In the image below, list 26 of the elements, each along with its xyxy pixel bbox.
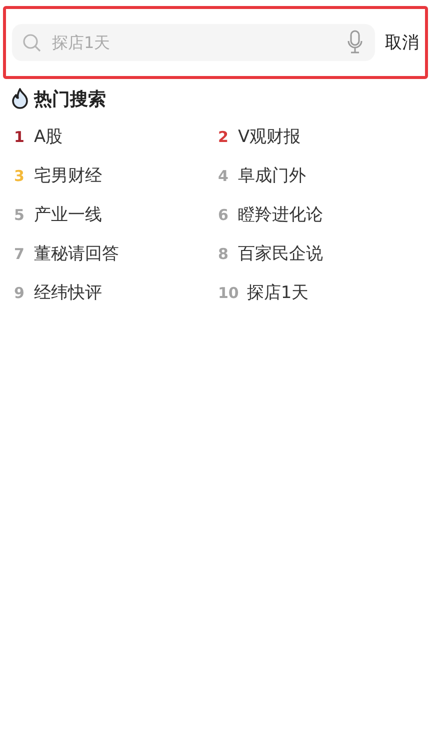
rank-number: 6 bbox=[218, 206, 230, 224]
microphone-icon[interactable] bbox=[347, 30, 363, 54]
rank-number: 3 bbox=[14, 166, 26, 184]
flame-icon bbox=[10, 88, 30, 110]
hot-search-link[interactable]: 产业一线 bbox=[34, 203, 102, 226]
rank-number: 8 bbox=[218, 244, 230, 262]
hot-search-link[interactable]: 经纬快评 bbox=[34, 281, 102, 304]
search-field[interactable]: 探店1天 bbox=[12, 24, 375, 61]
hot-search-link[interactable]: V观财报 bbox=[238, 125, 301, 148]
hot-search-link[interactable]: 宅男财经 bbox=[34, 164, 102, 187]
hot-search-link[interactable]: 瞪羚进化论 bbox=[238, 203, 323, 226]
cancel-button[interactable]: 取消 bbox=[385, 31, 419, 54]
hot-search-link[interactable]: A股 bbox=[34, 125, 63, 148]
rank-number: 10 bbox=[218, 284, 239, 302]
rank-number: 9 bbox=[14, 284, 26, 302]
section-title: 热门搜索 bbox=[34, 88, 106, 111]
rank-number: 2 bbox=[218, 128, 230, 146]
rank-number: 7 bbox=[14, 244, 26, 262]
search-icon bbox=[22, 33, 42, 53]
hot-search-link[interactable]: 百家民企说 bbox=[238, 242, 323, 265]
hot-search-link[interactable]: 阜成门外 bbox=[238, 164, 306, 187]
rank-number: 4 bbox=[218, 166, 230, 184]
rank-number: 1 bbox=[14, 128, 26, 146]
hot-search-link[interactable]: 董秘请回答 bbox=[34, 242, 119, 265]
hot-search-link[interactable]: 探店1天 bbox=[246, 281, 309, 304]
rank-number: 5 bbox=[14, 206, 26, 224]
